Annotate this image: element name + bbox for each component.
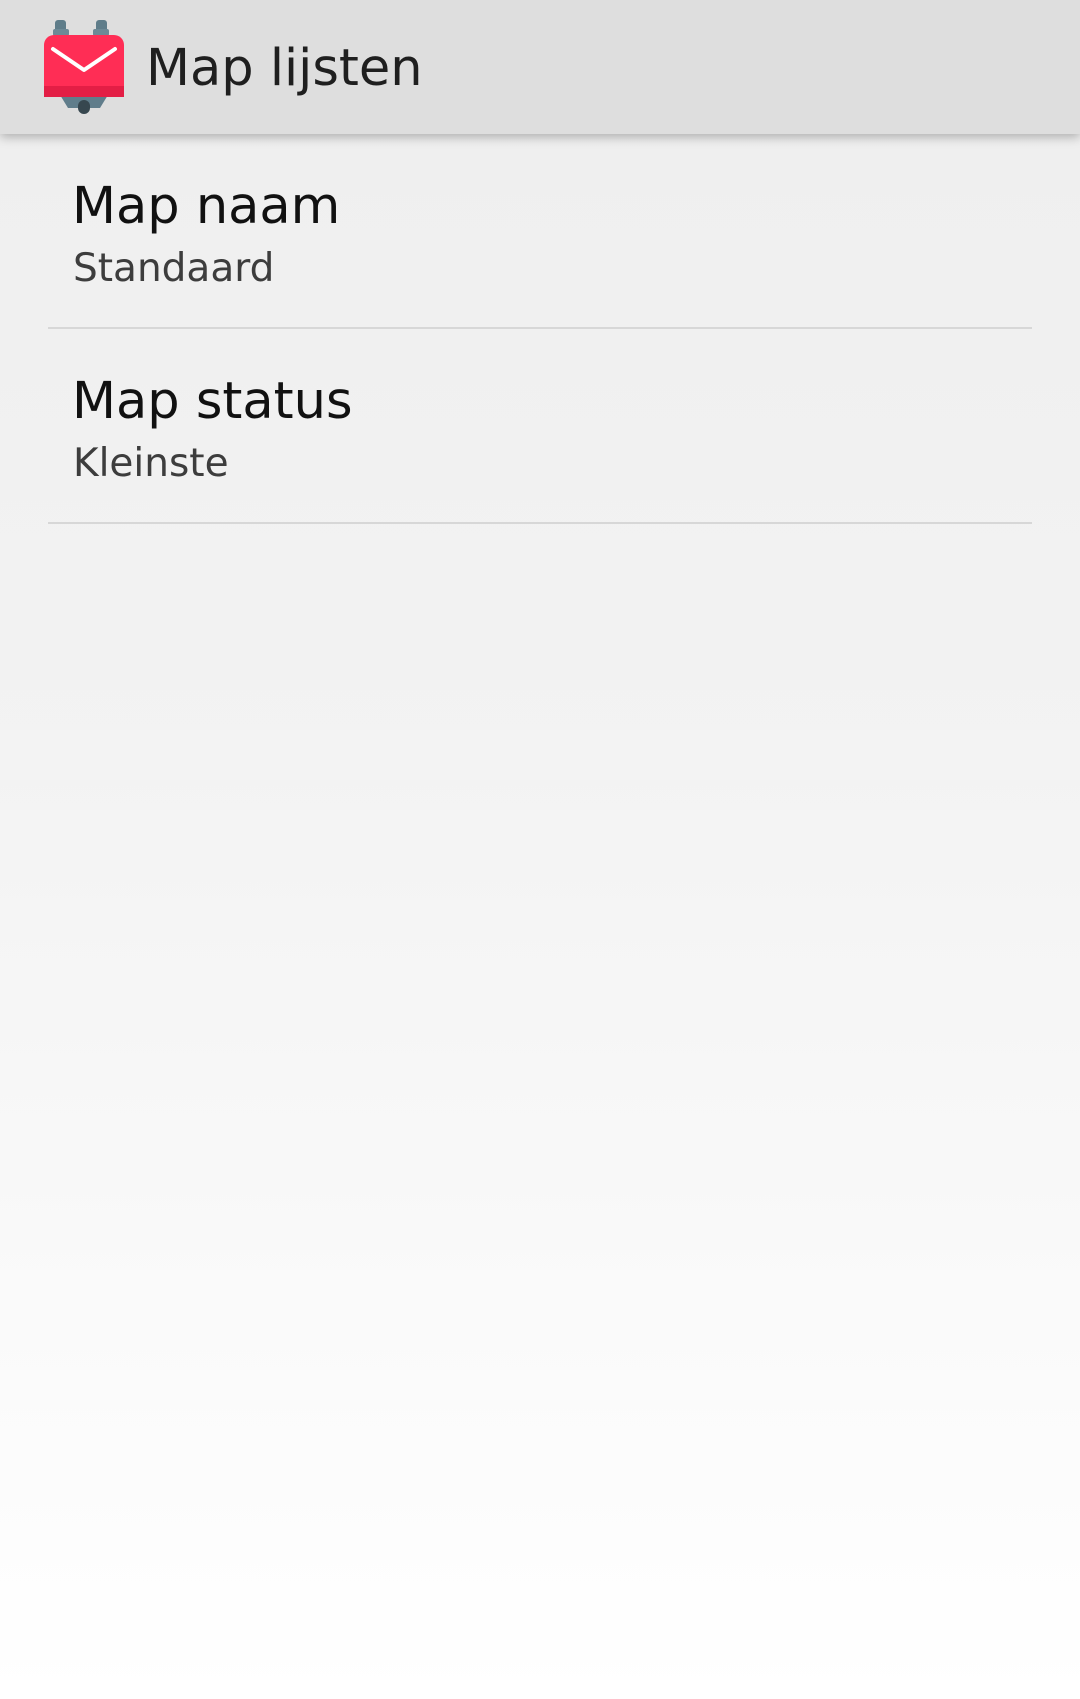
preference-summary: Standaard xyxy=(73,246,275,291)
preference-folder-status[interactable]: Map status Kleinste xyxy=(48,329,1032,524)
preference-list: Map naam Standaard Map status Kleinste xyxy=(48,134,1032,524)
preference-summary: Kleinste xyxy=(73,441,229,486)
app-bar: Map lijsten xyxy=(0,0,1080,134)
k9-mail-app-icon[interactable] xyxy=(44,20,124,114)
preference-title: Map naam xyxy=(72,177,341,236)
preference-folder-name[interactable]: Map naam Standaard xyxy=(48,134,1032,329)
preference-title: Map status xyxy=(72,372,353,431)
app-bar-title: Map lijsten xyxy=(146,39,423,98)
